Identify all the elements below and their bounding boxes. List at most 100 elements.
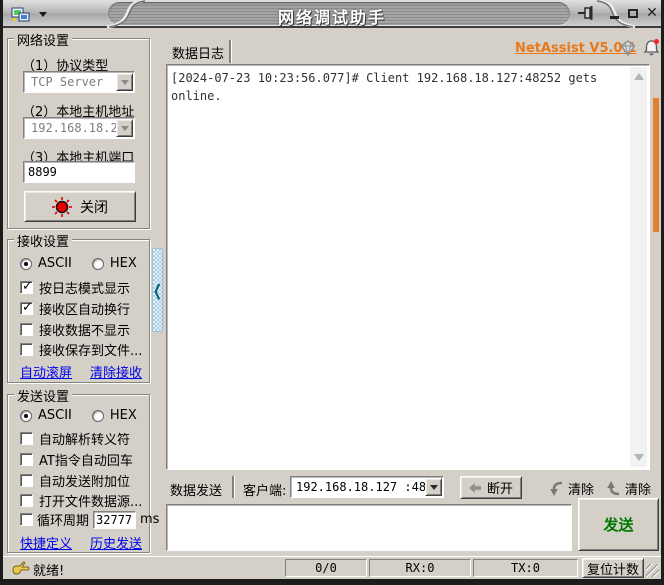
arrow-down-icon (550, 481, 563, 496)
clear-receive-link[interactable]: 清除接收 (90, 362, 142, 381)
scroll-down-icon[interactable] (634, 454, 644, 461)
receive-format-row: ASCII HEX (20, 256, 137, 271)
save-to-file-label: 接收保存到文件... (39, 344, 143, 359)
disconnect-server-button[interactable]: 关闭 (24, 191, 136, 222)
host-value: 192.168.18.234 (31, 121, 116, 135)
client-dropdown-icon[interactable] (425, 478, 442, 496)
log-scrollbar[interactable] (630, 67, 647, 467)
append-bits-label: 自动发送附加位 (39, 475, 131, 490)
diamond-icon[interactable] (619, 39, 637, 57)
resize-grip[interactable] (646, 564, 659, 577)
receive-links-row: 自动滚屏 清除接收 (20, 362, 142, 381)
host-select[interactable]: 192.168.18.234 (23, 117, 135, 139)
window-title: 网络调试助手 (277, 8, 386, 27)
receive-settings-title: 接收设置 (14, 231, 73, 250)
protocol-dropdown-icon[interactable] (116, 73, 133, 91)
send-hex-label: HEX (109, 408, 137, 423)
receive-ascii-radio[interactable] (20, 257, 32, 270)
client-label: 客户端: (243, 484, 287, 499)
hide-received-option[interactable]: 接收数据不显示 (20, 320, 130, 339)
save-to-file-option[interactable]: 接收保存到文件... (20, 340, 142, 359)
host-dropdown-icon[interactable] (116, 119, 133, 137)
status-ready: 就绪! (33, 564, 65, 579)
client-value: 192.168.18.127 :48252 (296, 480, 425, 494)
receive-hex-label: HEX (109, 256, 137, 271)
clear-send-button[interactable]: 清除 (605, 479, 651, 498)
collapse-chevron-icon: ❮ (152, 280, 163, 300)
status-tx: TX:0 (473, 559, 578, 577)
client-select[interactable]: 192.168.18.127 :48252 (290, 476, 444, 498)
autoscroll-link[interactable]: 自动滚屏 (20, 362, 72, 381)
disconnect-client-button[interactable]: 断开 (460, 476, 522, 499)
app-window: 网络调试助手 ✕ 网络设置 （1）协议类型 TCP Server （2）本地主机… (0, 0, 664, 585)
send-ascii-label: ASCII (38, 408, 72, 423)
cycle-unit: ms (140, 512, 160, 527)
status-counter: 0/0 (285, 559, 367, 577)
connection-status-icon (52, 196, 72, 217)
at-cr-checkbox[interactable] (20, 453, 33, 466)
send-hex-radio[interactable] (91, 409, 104, 422)
receive-hex-radio[interactable] (91, 257, 104, 270)
network-settings-title: 网络设置 (14, 30, 73, 49)
log-mode-option[interactable]: 按日志模式显示 (20, 278, 130, 297)
send-ascii-radio[interactable] (20, 409, 32, 422)
send-button-label: 发送 (603, 516, 634, 534)
reset-count-button[interactable]: 复位计数 (582, 558, 644, 578)
scroll-up-icon[interactable] (634, 73, 644, 80)
port-input[interactable] (23, 161, 135, 183)
send-button[interactable]: 发送 (578, 498, 659, 551)
cycle-input[interactable] (93, 510, 137, 529)
protocol-value: TCP Server (31, 75, 104, 89)
file-source-option[interactable]: 打开文件数据源... (20, 491, 142, 510)
at-cr-label: AT指令自动回车 (39, 454, 133, 469)
cycle-option[interactable]: 循环周期 ms (20, 510, 159, 529)
save-to-file-checkbox[interactable] (20, 343, 33, 356)
history-link[interactable]: 历史发送 (90, 533, 142, 552)
at-cr-option[interactable]: AT指令自动回车 (20, 450, 133, 469)
log-content: [2024-07-23 10:23:56.077]# Client 192.16… (171, 71, 605, 103)
hide-received-label: 接收数据不显示 (39, 324, 131, 339)
escape-label: 自动解析转义符 (39, 433, 131, 448)
tab-data-send[interactable]: 数据发送 (170, 480, 222, 499)
file-source-label: 打开文件数据源... (39, 495, 143, 510)
log-output-area[interactable]: [2024-07-23 10:23:56.077]# Client 192.16… (166, 64, 650, 470)
protocol-select[interactable]: TCP Server (23, 71, 135, 93)
send-input[interactable] (166, 504, 572, 551)
tab-data-log[interactable]: 数据日志 (172, 43, 224, 62)
clear-receive-label: 清除 (568, 483, 595, 498)
send-settings-group: 发送设置 ASCII HEX 自动解析转义符 AT指令自动回车 自动发送附加位 … (7, 386, 159, 553)
append-bits-checkbox[interactable] (20, 474, 33, 487)
titlebar[interactable]: 网络调试助手 ✕ (3, 0, 661, 28)
statusbar: 就绪! 0/0 RX:0 TX:0 复位计数 (3, 556, 661, 579)
notification-bell-icon[interactable] (642, 38, 661, 57)
file-source-checkbox[interactable] (20, 494, 33, 507)
clear-send-label: 清除 (625, 483, 652, 498)
edge-scroll-thumb[interactable] (653, 98, 659, 232)
word-wrap-label: 接收区自动换行 (39, 303, 131, 318)
receive-settings-group: 接收设置 ASCII HEX 按日志模式显示 接收区自动换行 接收数据不显示 接… (7, 231, 150, 383)
pin-icon[interactable] (577, 4, 597, 22)
maximize-button[interactable] (624, 4, 642, 22)
send-links-row: 快捷定义 历史发送 (20, 533, 142, 552)
log-mode-checkbox[interactable] (20, 279, 33, 294)
escape-checkbox[interactable] (20, 432, 33, 445)
hide-received-checkbox[interactable] (20, 323, 33, 336)
escape-option[interactable]: 自动解析转义符 (20, 429, 130, 448)
word-wrap-option[interactable]: 接收区自动换行 (20, 299, 130, 318)
cycle-checkbox[interactable] (20, 513, 33, 526)
shortcut-link[interactable]: 快捷定义 (20, 533, 72, 552)
cycle-label: 循环周期 (37, 514, 90, 529)
close-button[interactable]: ✕ (643, 4, 661, 22)
tab-separator (229, 40, 231, 63)
minimize-button[interactable] (605, 4, 623, 22)
reset-count-label: 复位计数 (586, 562, 639, 578)
send-tab-separator (232, 476, 234, 498)
arrow-up-icon (607, 481, 620, 496)
panel-collapse-handle[interactable]: ❮ (152, 248, 163, 332)
receive-ascii-label: ASCII (38, 256, 72, 271)
append-bits-option[interactable]: 自动发送附加位 (20, 471, 130, 490)
clear-receive-button[interactable]: 清除 (548, 479, 594, 498)
word-wrap-checkbox[interactable] (20, 300, 33, 315)
status-rx: RX:0 (369, 559, 471, 577)
network-settings-group: 网络设置 （1）协议类型 TCP Server （2）本地主机地址 192.16… (7, 30, 150, 229)
